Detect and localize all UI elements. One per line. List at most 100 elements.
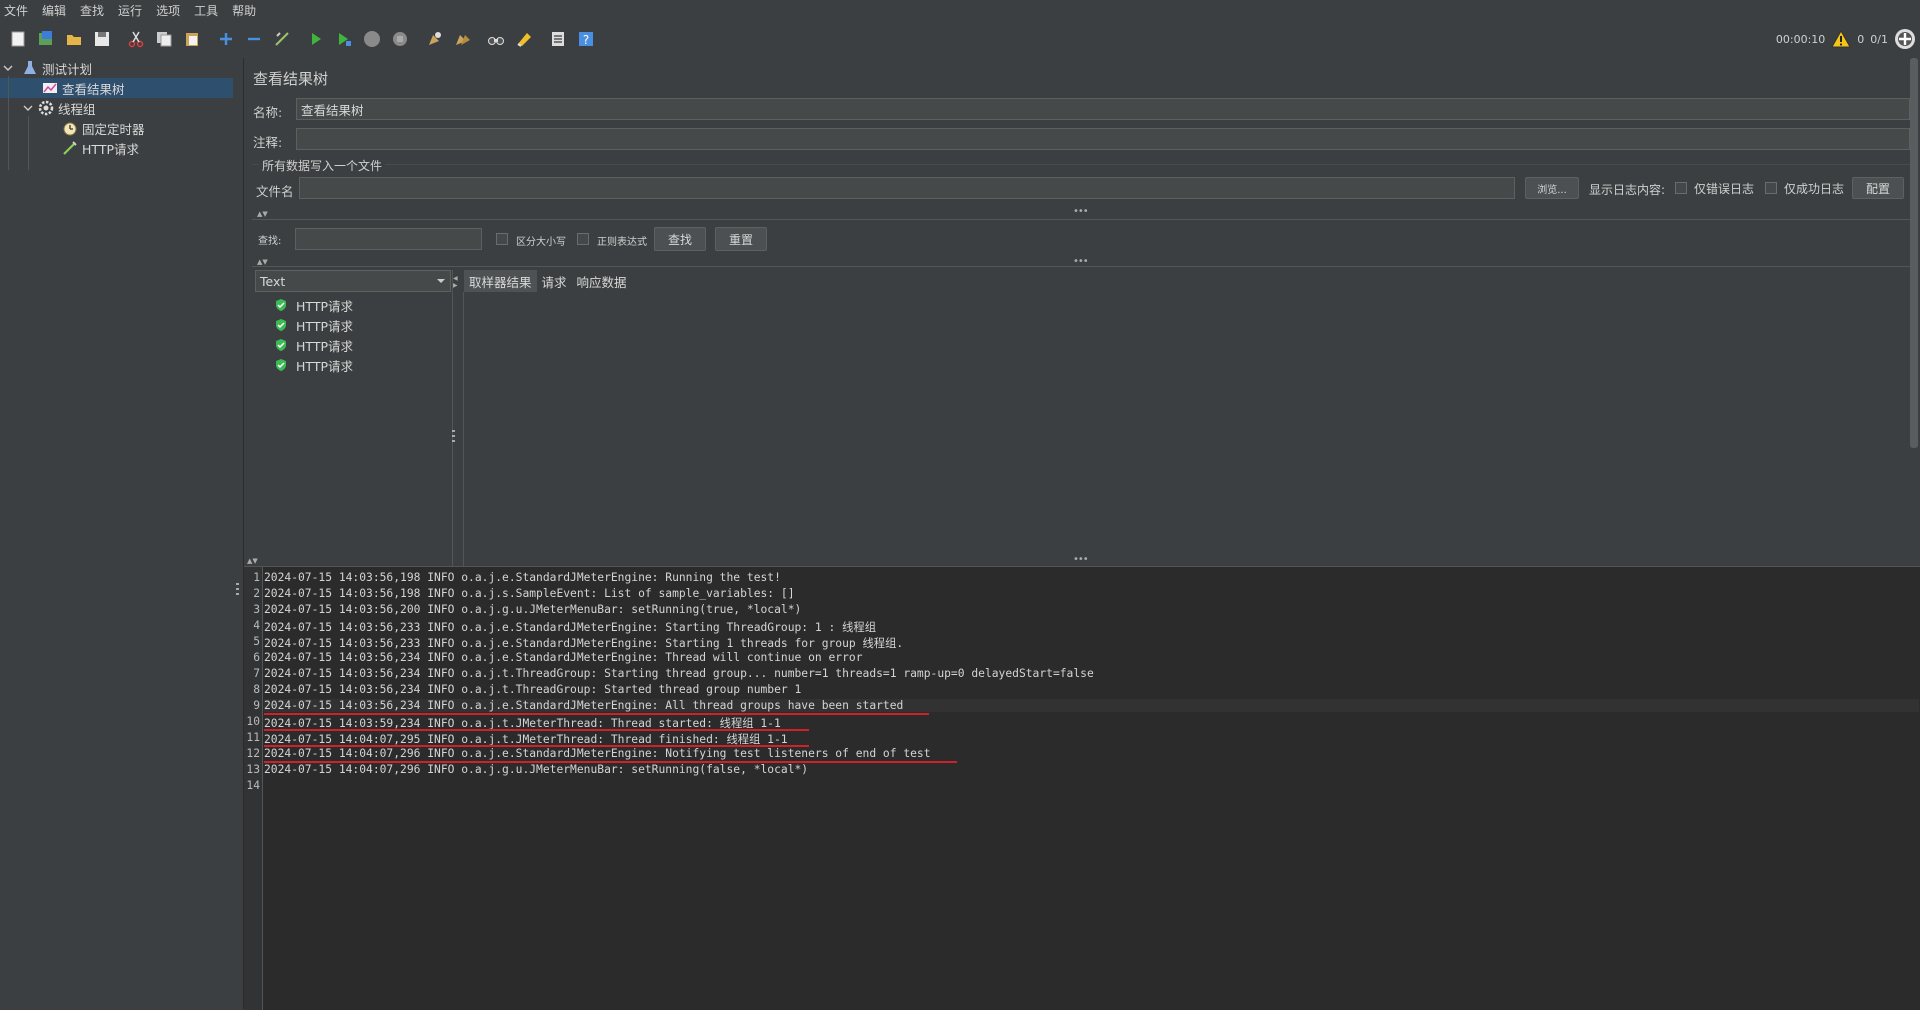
tree-item-constant-timer[interactable]: 固定定时器	[60, 118, 230, 138]
tree-item-result-tree[interactable]: 查看结果树	[0, 78, 233, 98]
function-helper-icon[interactable]	[547, 28, 569, 50]
start-no-pause-icon[interactable]	[333, 28, 355, 50]
tree-item-http-request[interactable]: HTTP请求	[60, 138, 230, 158]
menu-tools[interactable]: 工具	[187, 2, 225, 19]
shutdown-icon[interactable]	[389, 28, 411, 50]
result-item[interactable]: HTTP请求	[274, 315, 353, 335]
find-button[interactable]: 查找	[654, 227, 706, 251]
line-number: 4	[253, 619, 260, 632]
reset-button[interactable]: 重置	[715, 227, 767, 251]
collapse-arrows[interactable]: ▲▼	[247, 557, 258, 565]
clear-all-icon[interactable]	[451, 28, 473, 50]
log-viewer[interactable]: 1 2 3 4 5 6 7 8 9 10 11 12 13 14 2024-07-15 14:03:56,…	[244, 566, 1920, 1010]
elapsed-timer: 00:00:10	[1775, 32, 1826, 46]
collapse-icon[interactable]	[243, 28, 265, 50]
start-icon[interactable]	[305, 28, 327, 50]
renderer-select[interactable]: Text	[255, 270, 451, 292]
expand-icon[interactable]	[215, 28, 237, 50]
line-number: 6	[253, 651, 260, 664]
tab-response-data[interactable]: 响应数据	[572, 270, 632, 292]
success-only-checkbox[interactable]	[1765, 182, 1777, 194]
results-splitter[interactable]: ◀ ▶	[451, 270, 459, 604]
warning-icon[interactable]	[1831, 30, 1852, 48]
save-icon[interactable]	[91, 28, 113, 50]
search-input[interactable]	[295, 228, 482, 250]
annotation-underline	[264, 713, 929, 715]
templates-icon[interactable]	[35, 28, 57, 50]
page-title: 查看结果树	[253, 70, 329, 88]
result-item[interactable]: HTTP请求	[274, 295, 353, 315]
menu-help[interactable]: 帮助	[225, 2, 263, 19]
line-number: 3	[253, 603, 260, 616]
menu-bar: 文件 编辑 查找 运行 选项 工具 帮助	[0, 0, 1920, 20]
toggle-icon[interactable]	[271, 28, 293, 50]
collapse-arrows[interactable]: ▲▼	[257, 210, 268, 218]
log-line: 2024-07-15 14:03:56,234 INFO o.a.j.t.Thr…	[264, 683, 802, 696]
tab-request[interactable]: 请求	[537, 270, 572, 292]
chevron-down-icon	[437, 279, 445, 283]
browse-button[interactable]: 浏览...	[1525, 177, 1579, 199]
tree-item-label: HTTP请求	[82, 141, 139, 157]
tree-guide-line	[28, 116, 29, 170]
menu-run[interactable]: 运行	[111, 2, 149, 19]
log-line: 2024-07-15 14:04:07,296 INFO o.a.j.g.u.J…	[264, 763, 809, 776]
help-icon[interactable]: ?	[575, 28, 597, 50]
paste-icon[interactable]	[181, 28, 203, 50]
filename-field[interactable]	[299, 177, 1515, 199]
line-number: 14	[246, 779, 260, 792]
tree-item-test-plan[interactable]: 测试计划	[2, 58, 230, 78]
regex-checkbox[interactable]	[577, 233, 589, 245]
configure-button[interactable]: 配置	[1852, 177, 1904, 199]
active-threads: 0/1	[1870, 32, 1888, 46]
annotation-underline	[264, 761, 957, 763]
line-number: 2	[253, 587, 260, 600]
stop-icon[interactable]	[361, 28, 383, 50]
line-number: 10	[246, 715, 260, 728]
left-splitter[interactable]	[233, 58, 244, 1009]
success-shield-icon	[276, 359, 286, 371]
line-number: 7	[253, 667, 260, 680]
line-number: 5	[253, 635, 260, 648]
thread-group-icon	[38, 100, 54, 116]
line-number: 9	[253, 699, 260, 712]
regex-label: 正则表达式	[597, 237, 647, 248]
case-sensitive-label: 区分大小写	[516, 237, 566, 248]
log-line: 2024-07-15 14:03:56,198 INFO o.a.j.e.Sta…	[264, 571, 781, 584]
vertical-scrollbar[interactable]	[1910, 58, 1918, 448]
collapse-arrows[interactable]: ▲▼	[257, 258, 268, 266]
new-icon[interactable]	[7, 28, 29, 50]
menu-edit[interactable]: 编辑	[35, 2, 73, 19]
annotation-underline	[264, 745, 809, 747]
tab-sampler-result[interactable]: 取样器结果	[464, 270, 537, 294]
case-sensitive-checkbox[interactable]	[496, 233, 508, 245]
result-item[interactable]: HTTP请求	[274, 355, 353, 375]
result-tabs: 取样器结果 请求 响应数据	[464, 270, 632, 294]
chevron-down-icon[interactable]	[2, 62, 14, 74]
tree-item-thread-group[interactable]: 线程组	[22, 98, 232, 118]
line-number-gutter: 1 2 3 4 5 6 7 8 9 10 11 12 13 14	[244, 567, 263, 1010]
copy-icon[interactable]	[153, 28, 175, 50]
errors-only-checkbox[interactable]	[1675, 182, 1687, 194]
result-tree-icon	[42, 80, 58, 96]
reset-search-icon[interactable]	[513, 28, 535, 50]
result-item[interactable]: HTTP请求	[274, 335, 353, 355]
clear-icon[interactable]	[423, 28, 445, 50]
comment-field[interactable]	[296, 128, 1910, 150]
errors-only-label: 仅错误日志	[1694, 182, 1755, 196]
result-item-label: HTTP请求	[296, 358, 353, 374]
line-number: 13	[246, 763, 260, 776]
remote-start-icon[interactable]	[1894, 28, 1916, 50]
menu-file[interactable]: 文件	[0, 2, 35, 19]
timer-icon	[62, 120, 78, 136]
result-item-label: HTTP请求	[296, 298, 353, 314]
tree-item-label: 查看结果树	[62, 81, 125, 97]
menu-search[interactable]: 查找	[73, 2, 111, 19]
name-field[interactable]	[296, 98, 1910, 120]
cut-icon[interactable]	[125, 28, 147, 50]
split-grip[interactable]: •••	[1073, 206, 1089, 217]
search-icon[interactable]	[485, 28, 507, 50]
menu-options[interactable]: 选项	[149, 2, 187, 19]
open-icon[interactable]	[63, 28, 85, 50]
split-grip[interactable]: •••	[1073, 554, 1089, 565]
chevron-down-icon[interactable]	[22, 102, 34, 114]
